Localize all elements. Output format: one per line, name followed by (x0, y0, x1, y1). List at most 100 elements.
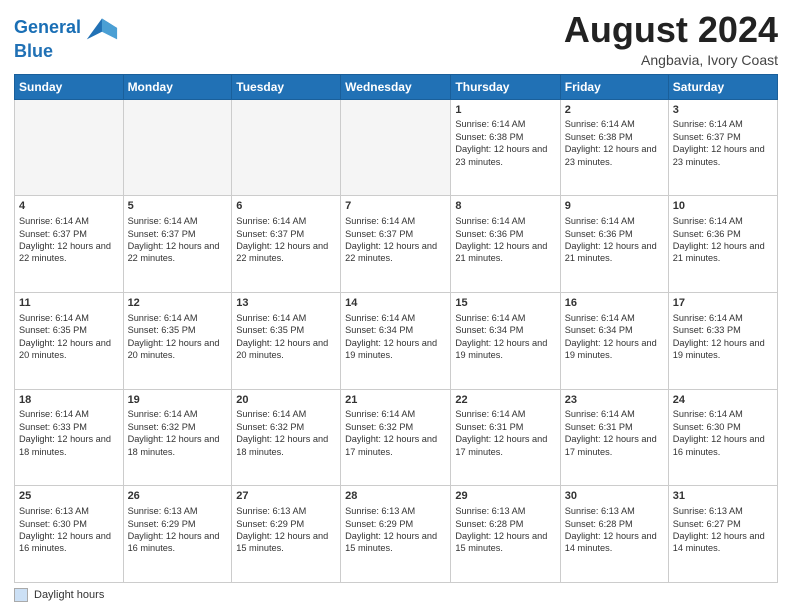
day-number: 18 (19, 393, 119, 408)
calendar-day: 20Sunrise: 6:14 AM Sunset: 6:32 PM Dayli… (232, 389, 341, 486)
weekday-header: Monday (123, 74, 232, 99)
calendar-day: 26Sunrise: 6:13 AM Sunset: 6:29 PM Dayli… (123, 486, 232, 583)
day-number: 31 (673, 489, 773, 504)
calendar-day: 29Sunrise: 6:13 AM Sunset: 6:28 PM Dayli… (451, 486, 560, 583)
day-info: Sunrise: 6:14 AM Sunset: 6:33 PM Dayligh… (673, 312, 773, 362)
day-info: Sunrise: 6:14 AM Sunset: 6:38 PM Dayligh… (455, 118, 555, 168)
day-number: 28 (345, 489, 446, 504)
calendar-day: 9Sunrise: 6:14 AM Sunset: 6:36 PM Daylig… (560, 196, 668, 293)
weekday-header: Saturday (668, 74, 777, 99)
calendar-day: 7Sunrise: 6:14 AM Sunset: 6:37 PM Daylig… (341, 196, 451, 293)
day-info: Sunrise: 6:14 AM Sunset: 6:35 PM Dayligh… (236, 312, 336, 362)
day-number: 15 (455, 296, 555, 311)
calendar-day: 17Sunrise: 6:14 AM Sunset: 6:33 PM Dayli… (668, 292, 777, 389)
day-number: 29 (455, 489, 555, 504)
day-info: Sunrise: 6:14 AM Sunset: 6:36 PM Dayligh… (565, 215, 664, 265)
calendar-table: SundayMondayTuesdayWednesdayThursdayFrid… (14, 74, 778, 583)
calendar-day: 16Sunrise: 6:14 AM Sunset: 6:34 PM Dayli… (560, 292, 668, 389)
calendar-day (232, 99, 341, 196)
weekday-header: Thursday (451, 74, 560, 99)
day-info: Sunrise: 6:14 AM Sunset: 6:38 PM Dayligh… (565, 118, 664, 168)
calendar-day: 18Sunrise: 6:14 AM Sunset: 6:33 PM Dayli… (15, 389, 124, 486)
day-info: Sunrise: 6:14 AM Sunset: 6:32 PM Dayligh… (236, 408, 336, 458)
day-number: 22 (455, 393, 555, 408)
calendar-day: 24Sunrise: 6:14 AM Sunset: 6:30 PM Dayli… (668, 389, 777, 486)
day-number: 13 (236, 296, 336, 311)
day-number: 10 (673, 199, 773, 214)
day-info: Sunrise: 6:14 AM Sunset: 6:37 PM Dayligh… (345, 215, 446, 265)
day-info: Sunrise: 6:14 AM Sunset: 6:36 PM Dayligh… (455, 215, 555, 265)
calendar-day: 31Sunrise: 6:13 AM Sunset: 6:27 PM Dayli… (668, 486, 777, 583)
title-block: August 2024 Angbavia, Ivory Coast (564, 10, 778, 68)
day-info: Sunrise: 6:14 AM Sunset: 6:34 PM Dayligh… (455, 312, 555, 362)
day-info: Sunrise: 6:14 AM Sunset: 6:31 PM Dayligh… (455, 408, 555, 458)
calendar-day: 2Sunrise: 6:14 AM Sunset: 6:38 PM Daylig… (560, 99, 668, 196)
day-number: 23 (565, 393, 664, 408)
day-number: 20 (236, 393, 336, 408)
header: General Blue August 2024 Angbavia, Ivory… (14, 10, 778, 68)
calendar-week-row: 25Sunrise: 6:13 AM Sunset: 6:30 PM Dayli… (15, 486, 778, 583)
day-info: Sunrise: 6:14 AM Sunset: 6:37 PM Dayligh… (236, 215, 336, 265)
calendar-day: 11Sunrise: 6:14 AM Sunset: 6:35 PM Dayli… (15, 292, 124, 389)
calendar-day: 13Sunrise: 6:14 AM Sunset: 6:35 PM Dayli… (232, 292, 341, 389)
page: General Blue August 2024 Angbavia, Ivory… (0, 0, 792, 612)
calendar-day: 3Sunrise: 6:14 AM Sunset: 6:37 PM Daylig… (668, 99, 777, 196)
weekday-header: Wednesday (341, 74, 451, 99)
day-number: 6 (236, 199, 336, 214)
calendar-day: 14Sunrise: 6:14 AM Sunset: 6:34 PM Dayli… (341, 292, 451, 389)
day-info: Sunrise: 6:14 AM Sunset: 6:30 PM Dayligh… (673, 408, 773, 458)
day-number: 2 (565, 103, 664, 118)
day-number: 17 (673, 296, 773, 311)
day-number: 5 (128, 199, 228, 214)
day-info: Sunrise: 6:13 AM Sunset: 6:27 PM Dayligh… (673, 505, 773, 555)
weekday-header: Tuesday (232, 74, 341, 99)
day-number: 14 (345, 296, 446, 311)
subtitle: Angbavia, Ivory Coast (564, 52, 778, 68)
day-number: 24 (673, 393, 773, 408)
calendar-day: 5Sunrise: 6:14 AM Sunset: 6:37 PM Daylig… (123, 196, 232, 293)
day-number: 25 (19, 489, 119, 504)
calendar-day: 25Sunrise: 6:13 AM Sunset: 6:30 PM Dayli… (15, 486, 124, 583)
day-info: Sunrise: 6:14 AM Sunset: 6:37 PM Dayligh… (673, 118, 773, 168)
calendar-day: 21Sunrise: 6:14 AM Sunset: 6:32 PM Dayli… (341, 389, 451, 486)
day-info: Sunrise: 6:13 AM Sunset: 6:28 PM Dayligh… (455, 505, 555, 555)
legend-box (14, 588, 28, 602)
weekday-header: Sunday (15, 74, 124, 99)
day-info: Sunrise: 6:14 AM Sunset: 6:36 PM Dayligh… (673, 215, 773, 265)
calendar-week-row: 11 Sunrise: 6:14 AM Sunset: 6:35 PM Dayli… (15, 292, 778, 389)
day-info: Sunrise: 6:14 AM Sunset: 6:31 PM Dayligh… (565, 408, 664, 458)
legend-label: Daylight hours (34, 589, 104, 601)
weekday-header-row: SundayMondayTuesdayWednesdayThursdayFrid… (15, 74, 778, 99)
day-number: 9 (565, 199, 664, 214)
day-number: 19 (128, 393, 228, 408)
day-number: 30 (565, 489, 664, 504)
calendar-day: 12Sunrise: 6:14 AM Sunset: 6:35 PM Dayli… (123, 292, 232, 389)
calendar-day: 1Sunrise: 6:14 AM Sunset: 6:38 PM Daylig… (451, 99, 560, 196)
calendar-day: 22Sunrise: 6:14 AM Sunset: 6:31 PM Dayli… (451, 389, 560, 486)
calendar-week-row: 1Sunrise: 6:14 AM Sunset: 6:38 PM Daylig… (15, 99, 778, 196)
day-info: Sunrise: 6:14 AM Sunset: 6:34 PM Dayligh… (565, 312, 664, 362)
calendar-day: 23Sunrise: 6:14 AM Sunset: 6:31 PM Dayli… (560, 389, 668, 486)
day-info: Sunrise: 6:13 AM Sunset: 6:30 PM Dayligh… (19, 505, 119, 555)
calendar-day (341, 99, 451, 196)
logo-text: General (14, 18, 81, 38)
day-info: Sunrise: 6:13 AM Sunset: 6:29 PM Dayligh… (236, 505, 336, 555)
weekday-header: Friday (560, 74, 668, 99)
day-info: Sunrise: 6:13 AM Sunset: 6:29 PM Dayligh… (345, 505, 446, 555)
day-number: 11 (19, 296, 119, 311)
day-number: 7 (345, 199, 446, 214)
day-number: 4 (19, 199, 119, 214)
day-info: Sunrise: 6:14 AM Sunset: 6:37 PM Dayligh… (19, 215, 119, 265)
calendar-day: 15Sunrise: 6:14 AM Sunset: 6:34 PM Dayli… (451, 292, 560, 389)
day-info: Sunrise: 6:13 AM Sunset: 6:28 PM Dayligh… (565, 505, 664, 555)
day-info: Sunrise: 6:14 AM Sunset: 6:35 PM Dayligh… (128, 312, 228, 362)
day-info: Sunrise: 6:14 AM Sunset: 6:37 PM Dayligh… (128, 215, 228, 265)
day-number: 12 (128, 296, 228, 311)
logo-icon (83, 14, 119, 42)
day-info: Sunrise: 6:14 AM Sunset: 6:34 PM Dayligh… (345, 312, 446, 362)
logo: General Blue (14, 14, 119, 62)
day-number: 26 (128, 489, 228, 504)
day-number: 3 (673, 103, 773, 118)
calendar-week-row: 18Sunrise: 6:14 AM Sunset: 6:33 PM Dayli… (15, 389, 778, 486)
calendar-day (123, 99, 232, 196)
